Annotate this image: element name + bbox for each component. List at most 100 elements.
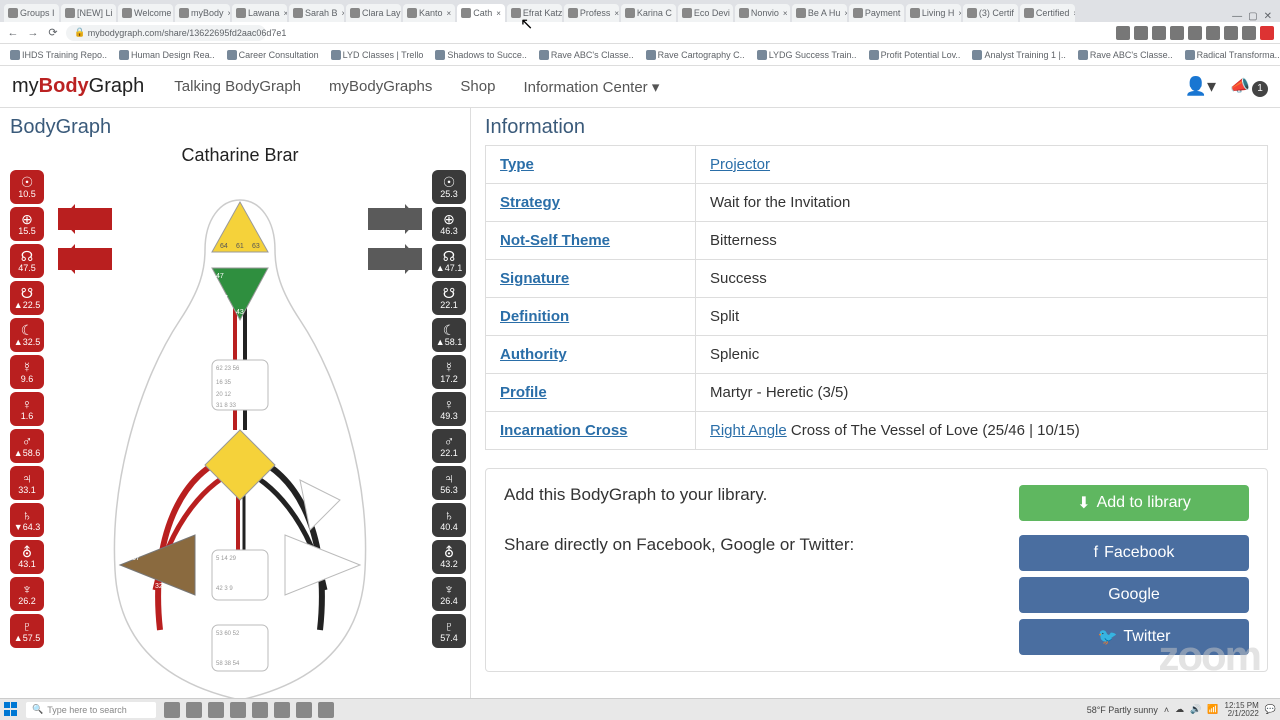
- browser-tab[interactable]: Karina C×: [621, 4, 676, 22]
- nav-link[interactable]: myBodyGraphs: [329, 78, 432, 96]
- planet-box[interactable]: ♇▲57.5: [10, 614, 44, 648]
- browser-tab[interactable]: Nonvio×: [735, 4, 790, 22]
- planet-box[interactable]: ⛢43.1: [10, 540, 44, 574]
- task-icon[interactable]: [230, 702, 246, 718]
- bookmark-item[interactable]: Rave ABC's Classe..: [1074, 48, 1177, 62]
- planet-box[interactable]: ☉25.3: [432, 170, 466, 204]
- close-icon[interactable]: ×: [228, 9, 230, 18]
- info-value-link[interactable]: Projector: [710, 156, 770, 173]
- url-input[interactable]: 🔒 mybodygraph.com/share/13622695fd2aac06…: [66, 25, 266, 41]
- browser-tab[interactable]: myBody×: [175, 4, 230, 22]
- info-label-link[interactable]: Definition: [500, 308, 569, 325]
- planet-box[interactable]: ⛢43.2: [432, 540, 466, 574]
- ext-icon[interactable]: [1170, 26, 1184, 40]
- info-label-link[interactable]: Type: [500, 156, 534, 173]
- close-icon[interactable]: ×: [496, 9, 501, 18]
- close-icon[interactable]: ×: [1073, 9, 1074, 18]
- close-icon[interactable]: ×: [958, 9, 960, 18]
- weather-widget[interactable]: 58°F Partly sunny: [1087, 705, 1158, 715]
- planet-box[interactable]: ♃56.3: [432, 466, 466, 500]
- forward-icon[interactable]: →: [26, 26, 40, 40]
- tray-icon[interactable]: 🔊: [1190, 704, 1201, 715]
- ext-icon[interactable]: [1206, 26, 1220, 40]
- tray-icon[interactable]: ☁: [1175, 704, 1184, 715]
- minimize-icon[interactable]: —: [1232, 11, 1242, 22]
- browser-tab[interactable]: Payment×: [849, 4, 904, 22]
- ext-icon[interactable]: [1242, 26, 1256, 40]
- planet-box[interactable]: ♀1.6: [10, 392, 44, 426]
- user-menu-icon[interactable]: 👤▾: [1185, 76, 1216, 97]
- planet-box[interactable]: ♆26.4: [432, 577, 466, 611]
- browser-tab[interactable]: Kanto×: [403, 4, 455, 22]
- ext-icon[interactable]: [1260, 26, 1274, 40]
- task-icon[interactable]: [296, 702, 312, 718]
- maximize-icon[interactable]: ▢: [1248, 11, 1257, 22]
- planet-box[interactable]: ♂▲58.6: [10, 429, 44, 463]
- planet-box[interactable]: ☿9.6: [10, 355, 44, 389]
- planet-box[interactable]: ♄40.4: [432, 503, 466, 537]
- planet-box[interactable]: ☾▲58.1: [432, 318, 466, 352]
- info-label-link[interactable]: Profile: [500, 384, 547, 401]
- taskbar-search-input[interactable]: 🔍Type here to search: [26, 702, 156, 718]
- close-icon[interactable]: ×: [783, 9, 788, 18]
- planet-box[interactable]: ☋▲22.5: [10, 281, 44, 315]
- planet-box[interactable]: ☿17.2: [432, 355, 466, 389]
- planet-box[interactable]: ☊47.5: [10, 244, 44, 278]
- tray-icon[interactable]: 📶: [1207, 704, 1218, 715]
- bookmark-item[interactable]: Rave Cartography C..: [642, 48, 749, 62]
- close-icon[interactable]: ×: [447, 9, 452, 18]
- browser-tab[interactable]: Efrat Katz×: [507, 4, 562, 22]
- planet-box[interactable]: ♇57.4: [432, 614, 466, 648]
- info-label-link[interactable]: Authority: [500, 346, 567, 363]
- planet-box[interactable]: ♆26.2: [10, 577, 44, 611]
- bookmark-item[interactable]: Career Consultation: [223, 48, 323, 62]
- ext-icon[interactable]: [1134, 26, 1148, 40]
- add-to-library-button[interactable]: ⬇Add to library: [1019, 485, 1249, 521]
- planet-box[interactable]: ♀49.3: [432, 392, 466, 426]
- task-icon[interactable]: [164, 702, 180, 718]
- browser-tab[interactable]: Profess×: [564, 4, 619, 22]
- bookmark-item[interactable]: Radical Transforma..: [1181, 48, 1280, 62]
- planet-box[interactable]: ☉10.5: [10, 170, 44, 204]
- planet-box[interactable]: ☊▲47.1: [432, 244, 466, 278]
- ext-icon[interactable]: [1188, 26, 1202, 40]
- notifications-icon[interactable]: 📣1: [1230, 76, 1268, 97]
- logo[interactable]: myBodyGraph: [12, 75, 144, 98]
- google-button[interactable]: Google: [1019, 577, 1249, 613]
- bookmark-item[interactable]: Analyst Training 1 |..: [968, 48, 1069, 62]
- browser-tab[interactable]: Living H×: [906, 4, 961, 22]
- bookmark-item[interactable]: IHDS Training Repo..: [6, 48, 111, 62]
- browser-tab[interactable]: (3) Certif×: [963, 4, 1018, 22]
- info-label-link[interactable]: Strategy: [500, 194, 560, 211]
- browser-tab[interactable]: Lawana×: [232, 4, 287, 22]
- planet-box[interactable]: ☾▲32.5: [10, 318, 44, 352]
- bookmark-item[interactable]: Profit Potential Lov..: [865, 48, 965, 62]
- planet-box[interactable]: ♃33.1: [10, 466, 44, 500]
- info-label-link[interactable]: Signature: [500, 270, 569, 287]
- bookmark-item[interactable]: Rave ABC's Classe..: [535, 48, 638, 62]
- task-icon[interactable]: [318, 702, 334, 718]
- planet-box[interactable]: ♄▼64.3: [10, 503, 44, 537]
- browser-tab[interactable]: [NEW] Li×: [61, 4, 116, 22]
- bookmark-item[interactable]: LYD Classes | Trello: [327, 48, 428, 62]
- task-icon[interactable]: [186, 702, 202, 718]
- browser-tab[interactable]: Be A Hu×: [792, 4, 847, 22]
- browser-tab[interactable]: Sarah B×: [289, 4, 344, 22]
- task-icon[interactable]: [274, 702, 290, 718]
- browser-tab[interactable]: Groups I×: [4, 4, 59, 22]
- close-icon[interactable]: ×: [844, 9, 846, 18]
- close-icon[interactable]: ×: [614, 9, 618, 18]
- tray-icon[interactable]: ˄: [1164, 705, 1169, 715]
- browser-tab[interactable]: Welcome×: [118, 4, 173, 22]
- planet-box[interactable]: ⊕15.5: [10, 207, 44, 241]
- nav-link[interactable]: Shop: [460, 78, 495, 96]
- planet-box[interactable]: ⊕46.3: [432, 207, 466, 241]
- clock[interactable]: 12:15 PM2/1/2022: [1225, 702, 1259, 718]
- close-icon[interactable]: ×: [342, 9, 344, 18]
- bookmark-item[interactable]: Shadows to Succe..: [431, 48, 531, 62]
- notifications-icon[interactable]: 💬: [1265, 704, 1276, 715]
- browser-tab[interactable]: Eco Devi×: [678, 4, 733, 22]
- bookmark-item[interactable]: LYDG Success Train..: [753, 48, 861, 62]
- back-icon[interactable]: ←: [6, 26, 20, 40]
- bodygraph-chart[interactable]: 64 61 63 47 17 43 62 23 56 16 35 20 12 3…: [60, 170, 420, 710]
